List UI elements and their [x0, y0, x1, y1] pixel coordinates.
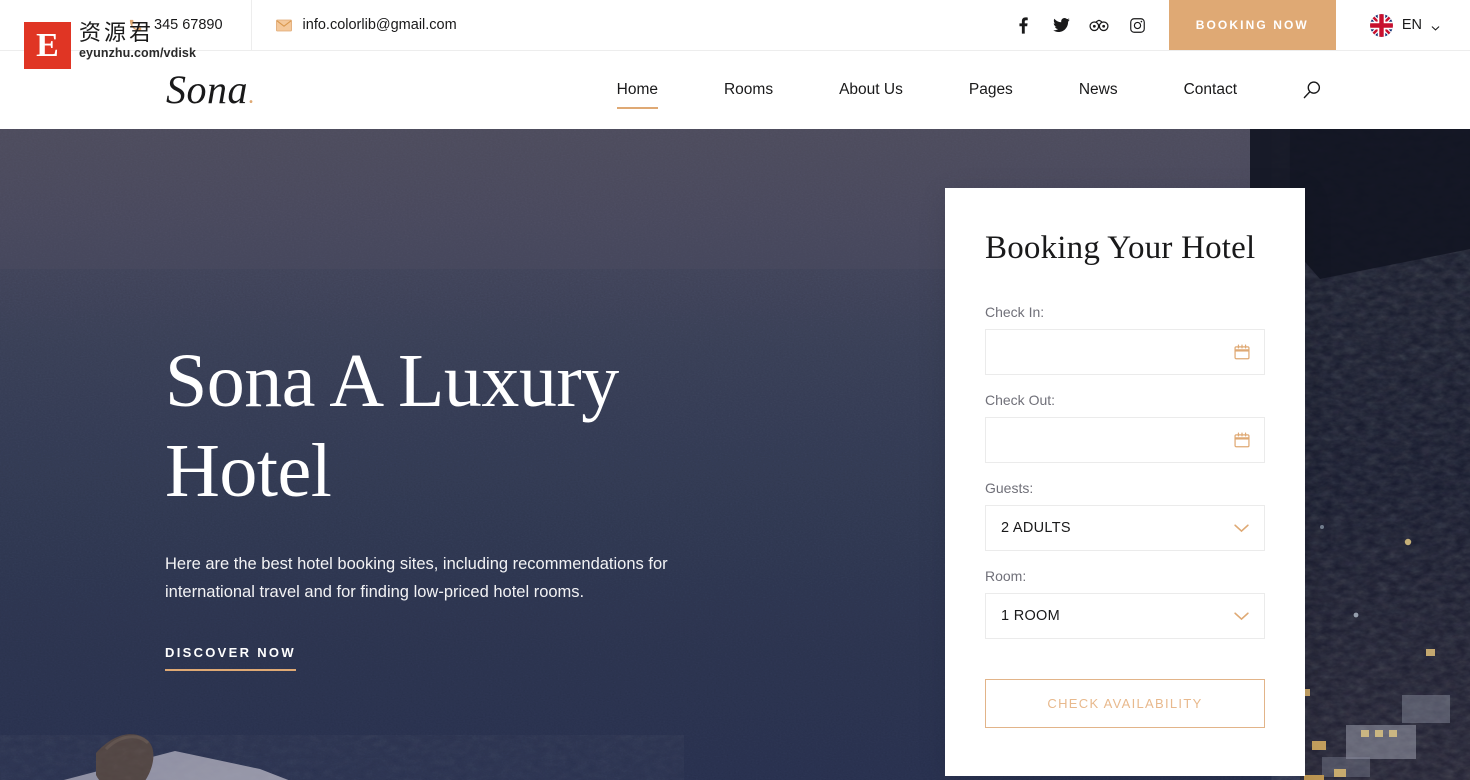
check-out-label: Check Out:: [985, 392, 1056, 408]
room-label: Room:: [985, 568, 1027, 584]
top-bar: 345 67890 info.colorlib@gmail.com BOOKIN…: [0, 0, 1470, 51]
booking-panel: Booking Your Hotel Check In: Check Out:: [945, 188, 1305, 776]
guests-value: 2 ADULTS: [1001, 520, 1071, 536]
site-logo[interactable]: Sona.: [166, 70, 255, 110]
twitter-icon[interactable]: [1046, 10, 1077, 41]
top-bar-actions: BOOKING NOW EN: [1008, 0, 1470, 50]
check-out-box[interactable]: [985, 417, 1265, 463]
social-links: [1008, 0, 1169, 50]
room-field: Room: 1 ROOM: [985, 568, 1265, 639]
instagram-icon[interactable]: [1122, 10, 1153, 41]
nav-item-home[interactable]: Home: [616, 75, 659, 109]
tripadvisor-icon[interactable]: [1084, 10, 1115, 41]
nav-item-pages[interactable]: Pages: [969, 75, 1013, 105]
check-out-field: Check Out:: [985, 392, 1265, 463]
guests-label: Guests:: [985, 480, 1034, 496]
logo-text: Sona: [166, 67, 248, 112]
nav-item-news[interactable]: News: [1079, 75, 1118, 105]
hero-text-block: Sona A Luxury Hotel Here are the best ho…: [165, 336, 785, 671]
hero-section: Sona A Luxury Hotel Here are the best ho…: [0, 129, 1470, 780]
chevron-down-icon: [1233, 611, 1250, 622]
site-header: Sona. Home Rooms About Us Pages News Con…: [0, 51, 1470, 129]
envelope-icon: [275, 19, 292, 32]
check-availability-button[interactable]: CHECK AVAILABILITY: [985, 679, 1265, 728]
hero-content: Sona A Luxury Hotel Here are the best ho…: [0, 129, 1470, 780]
check-in-field: Check In:: [985, 304, 1265, 375]
check-in-input[interactable]: [1001, 330, 1249, 374]
nav-item-rooms[interactable]: Rooms: [724, 75, 773, 105]
phone-contact[interactable]: 345 67890: [0, 0, 252, 50]
email-contact[interactable]: info.colorlib@gmail.com: [252, 0, 483, 50]
hero-subtitle: Here are the best hotel booking sites, i…: [165, 554, 668, 602]
chevron-down-icon: [1233, 523, 1250, 534]
guests-select[interactable]: 2 ADULTS: [985, 505, 1265, 551]
logo-dot: .: [248, 83, 255, 109]
phone-icon: [128, 18, 143, 33]
hero-title: Sona A Luxury Hotel: [165, 339, 619, 514]
discover-now-link[interactable]: DISCOVER NOW: [165, 645, 296, 671]
check-in-box[interactable]: [985, 329, 1265, 375]
main-nav: Home Rooms About Us Pages News Contact: [584, 75, 1270, 109]
language-selector[interactable]: EN: [1336, 0, 1470, 50]
check-in-label: Check In:: [985, 304, 1045, 320]
phone-number: 345 67890: [154, 17, 223, 33]
email-address: info.colorlib@gmail.com: [302, 17, 457, 33]
language-label: EN: [1401, 17, 1422, 33]
room-select[interactable]: 1 ROOM: [985, 593, 1265, 639]
guests-field: Guests: 2 ADULTS: [985, 480, 1265, 551]
room-value: 1 ROOM: [1001, 608, 1060, 624]
uk-flag-icon: [1369, 13, 1393, 37]
check-out-input[interactable]: [1001, 418, 1249, 462]
booking-now-button[interactable]: BOOKING NOW: [1168, 0, 1336, 50]
booking-panel-title: Booking Your Hotel: [985, 230, 1256, 266]
top-bar-contacts: 345 67890 info.colorlib@gmail.com: [0, 0, 483, 50]
facebook-icon[interactable]: [1008, 10, 1039, 41]
nav-item-about-us[interactable]: About Us: [839, 75, 903, 105]
nav-item-contact[interactable]: Contact: [1184, 75, 1237, 105]
search-icon[interactable]: [1299, 77, 1325, 103]
chevron-down-icon: [1431, 21, 1440, 31]
